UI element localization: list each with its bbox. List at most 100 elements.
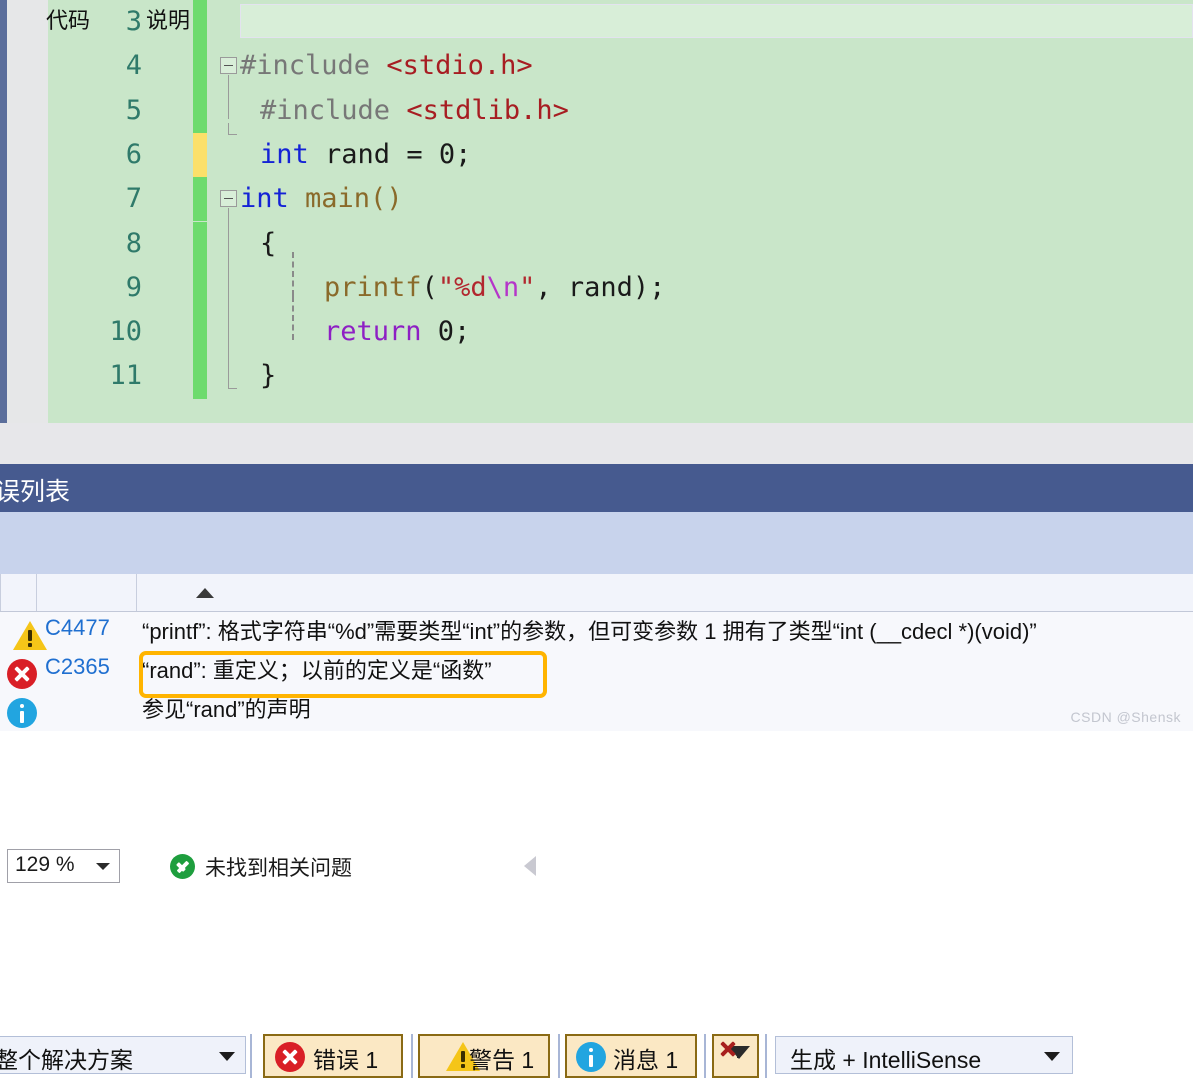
column-divider[interactable] [36,574,37,611]
paren-open: ( [421,271,438,303]
outline-collapse-icon[interactable] [220,190,237,208]
code-text: { [260,222,276,266]
outline-guide [228,251,229,296]
error-table-body[interactable]: C4477 “printf”: 格式字符串“%d”需要类型“int”的参数，但可… [0,612,1193,731]
code-text: } [260,354,276,398]
outline-guide [228,207,229,252]
visual-studio-window: 3 4 #include <stdio.h> 5 #include <stdli… [0,0,1193,1078]
warning-icon [4,617,47,650]
chevron-down-icon[interactable] [96,863,110,870]
zoom-level-value: 129 % [15,853,75,876]
outline-guide [228,74,229,119]
line-number: 8 [125,227,142,259]
outline-guide [228,122,229,134]
keyword-return: return [324,316,422,348]
code-line[interactable]: 11 } [48,340,1193,399]
indent-guide [292,296,294,341]
toolbar-separator [704,1034,706,1078]
code-text: #include <stdio.h> [240,44,533,88]
header-name: <stdio.h> [386,50,533,82]
code-line[interactable]: 9 printf("%d\n", rand); [48,251,1193,311]
change-marker [193,265,207,311]
column-header-code[interactable]: 代码 [46,3,90,35]
code-line[interactable]: 3 [48,0,1193,45]
outline-guide [228,296,229,341]
indent-guide [292,251,294,296]
toolbar-separator [250,1034,252,1078]
code-text: return 0; [324,310,470,354]
column-divider[interactable] [136,574,137,611]
code-line[interactable]: 5 #include <stdlib.h> [48,74,1193,133]
sort-ascending-icon [196,588,214,598]
function-main: main() [288,183,403,215]
watermark: CSDN @Shensk [1070,709,1181,725]
panel-title-label: 错误列表 [0,478,71,506]
current-line-highlight [240,4,1193,38]
code-line[interactable]: 10 return 0; [48,296,1193,355]
error-list-title-bar[interactable]: 错误列表 [0,464,1193,512]
triangle-left-icon[interactable] [524,856,536,876]
editor-status-bar: 129 % 未找到相关问题 [0,423,1193,883]
code-pane[interactable]: 3 4 #include <stdio.h> 5 #include <stdli… [48,0,1193,423]
check-circle-icon [170,854,195,879]
code-text: int rand = 0; [260,133,471,177]
code-line[interactable]: 7 int main() [48,177,1193,222]
column-divider [0,574,1,611]
scope-dropdown[interactable]: 整个解决方案 [0,1036,246,1074]
string-literal: "%d [437,271,487,303]
change-marker [193,0,207,45]
function-printf: printf [324,271,422,303]
code-text: #include <stdlib.h> [260,89,569,133]
zoom-level-dropdown[interactable]: 129 % [7,849,120,883]
filter-warnings-label: 警告 1 [469,1047,535,1073]
clear-filter-button[interactable] [712,1034,759,1078]
info-icon [4,695,37,728]
window-left-edge [0,0,7,423]
error-list-toolbar: 整个解决方案 错误 1 警告 1 消息 1 生成 + IntelliSense [0,512,1193,1078]
error-table-header [0,574,1193,612]
code-line[interactable]: 8 { [48,207,1193,266]
build-scope-value: 生成 + IntelliSense [790,1047,982,1073]
call-args-rest: , rand); [535,271,666,303]
line-number: 7 [125,183,142,215]
row-description: “printf”: 格式字符串“%d”需要类型“int”的参数，但可变参数 1 … [142,619,1037,644]
line-number: 11 [109,360,142,392]
build-scope-dropdown[interactable]: 生成 + IntelliSense [775,1036,1073,1074]
change-marker [193,177,207,222]
chevron-down-icon[interactable] [219,1052,235,1061]
column-header-description[interactable]: 说明 [146,3,190,35]
keyword-int: int [260,138,309,170]
row-code[interactable]: C2365 [45,654,110,680]
chevron-down-icon[interactable] [1044,1052,1060,1061]
code-editor[interactable]: 3 4 #include <stdio.h> 5 #include <stdli… [0,0,1193,423]
table-row[interactable]: C2365 “rand”: 重定义；以前的定义是“函数” [0,651,1193,690]
row-code[interactable]: C4477 [45,615,110,641]
toolbar-separator [765,1034,767,1078]
filter-messages-label: 消息 1 [613,1047,679,1073]
change-marker [193,44,207,89]
filter-messages-button[interactable]: 消息 1 [565,1034,697,1078]
toolbar-separator [558,1034,560,1078]
info-icon [576,1042,606,1072]
line-number: 6 [125,138,142,170]
filter-errors-button[interactable]: 错误 1 [263,1034,403,1078]
table-row[interactable]: C4477 “printf”: 格式字符串“%d”需要类型“int”的参数，但可… [0,612,1193,651]
info-icon-glyph [7,698,37,728]
change-marker [193,88,207,133]
header-name: <stdlib.h> [406,94,569,126]
code-line[interactable]: 6 int rand = 0; [48,122,1193,178]
filter-errors-label: 错误 1 [313,1047,379,1073]
outline-collapse-icon[interactable] [220,57,237,75]
error-icon-glyph [7,659,37,689]
brace-close: } [260,360,277,392]
filter-warnings-button[interactable]: 警告 1 [418,1034,550,1078]
brace-open: { [260,227,277,259]
change-marker [193,132,207,178]
outline-guide-foot [228,133,237,135]
preprocessor-directive: #include [240,50,371,82]
code-line[interactable]: 4 #include <stdio.h> [48,44,1193,89]
string-literal-close: " [519,271,536,303]
table-row[interactable]: 参见“rand”的声明 [0,690,1193,729]
